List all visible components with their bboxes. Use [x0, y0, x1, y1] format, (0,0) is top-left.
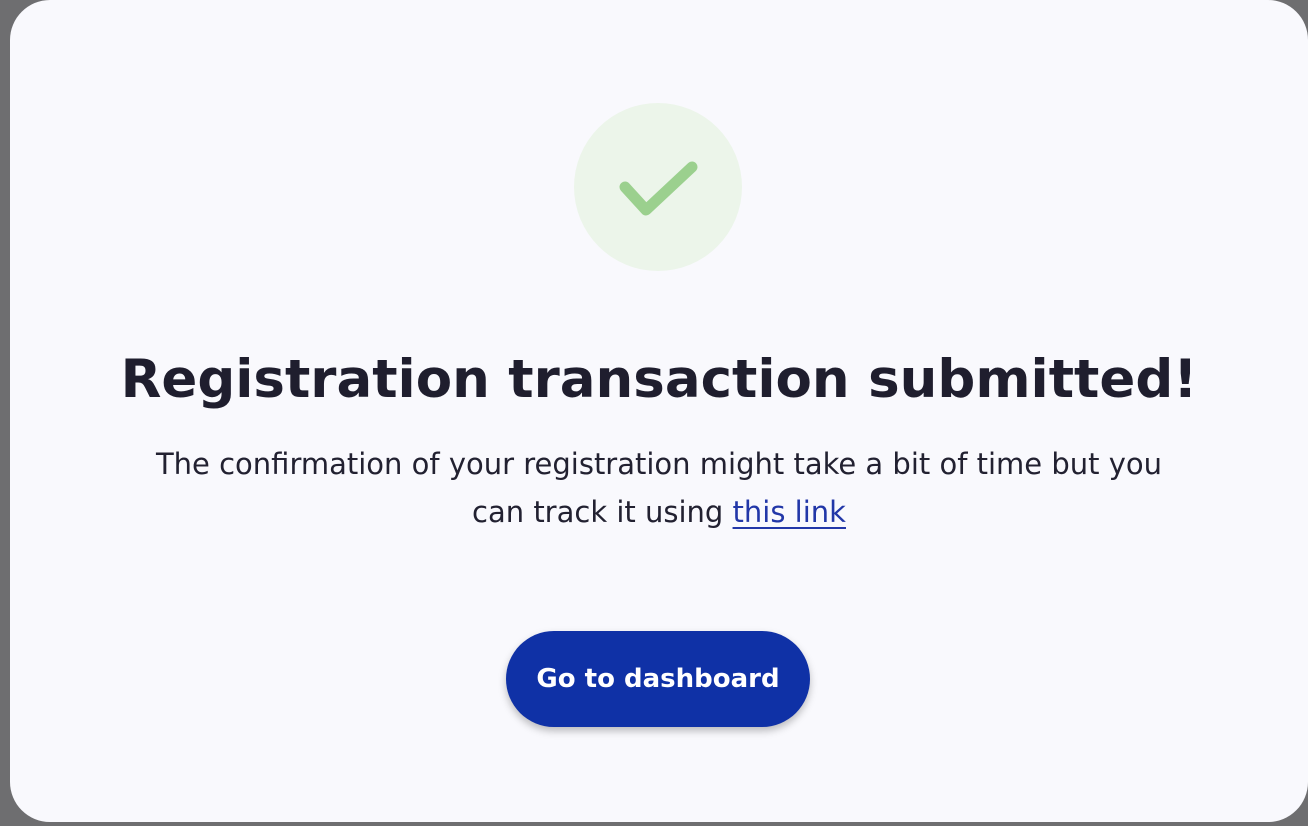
checkmark-icon — [619, 161, 698, 216]
go-to-dashboard-button[interactable]: Go to dashboard — [506, 631, 810, 727]
page-title: Registration transaction submitted! — [120, 349, 1198, 410]
confirmation-message-text: The confirmation of your registration mi… — [155, 447, 1163, 529]
success-modal: Registration transaction submitted! The … — [10, 0, 1308, 822]
track-transaction-link[interactable]: this link — [733, 495, 846, 529]
confirmation-message: The confirmation of your registration mi… — [135, 440, 1183, 536]
success-badge — [574, 103, 742, 271]
